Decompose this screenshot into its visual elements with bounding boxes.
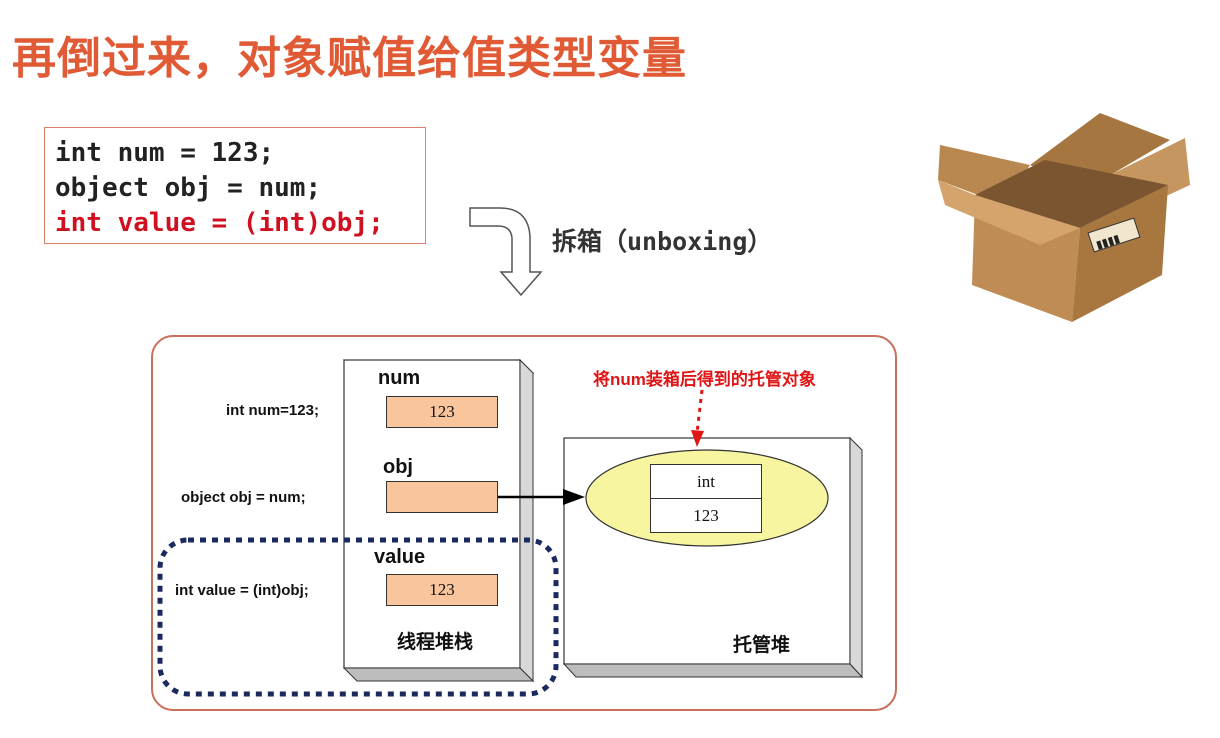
cell-value: 123 — [386, 574, 498, 606]
cell-obj — [386, 481, 498, 513]
var-name-value: value — [374, 546, 426, 568]
heap-label: 托管堆 — [733, 634, 791, 656]
stmt-num: int num=123; — [226, 402, 319, 419]
heap-object-note: 将num装箱后得到的托管对象 — [593, 370, 816, 389]
stmt-value: int value = (int)obj; — [175, 582, 309, 599]
var-name-num: num — [378, 367, 421, 389]
stack-label: 线程堆栈 — [397, 631, 474, 653]
heap-value-cell: 123 — [650, 498, 762, 533]
cell-num: 123 — [386, 396, 498, 428]
var-name-obj: obj — [383, 456, 413, 478]
stmt-obj: object obj = num; — [181, 489, 306, 506]
heap-type-cell: int — [650, 464, 762, 499]
